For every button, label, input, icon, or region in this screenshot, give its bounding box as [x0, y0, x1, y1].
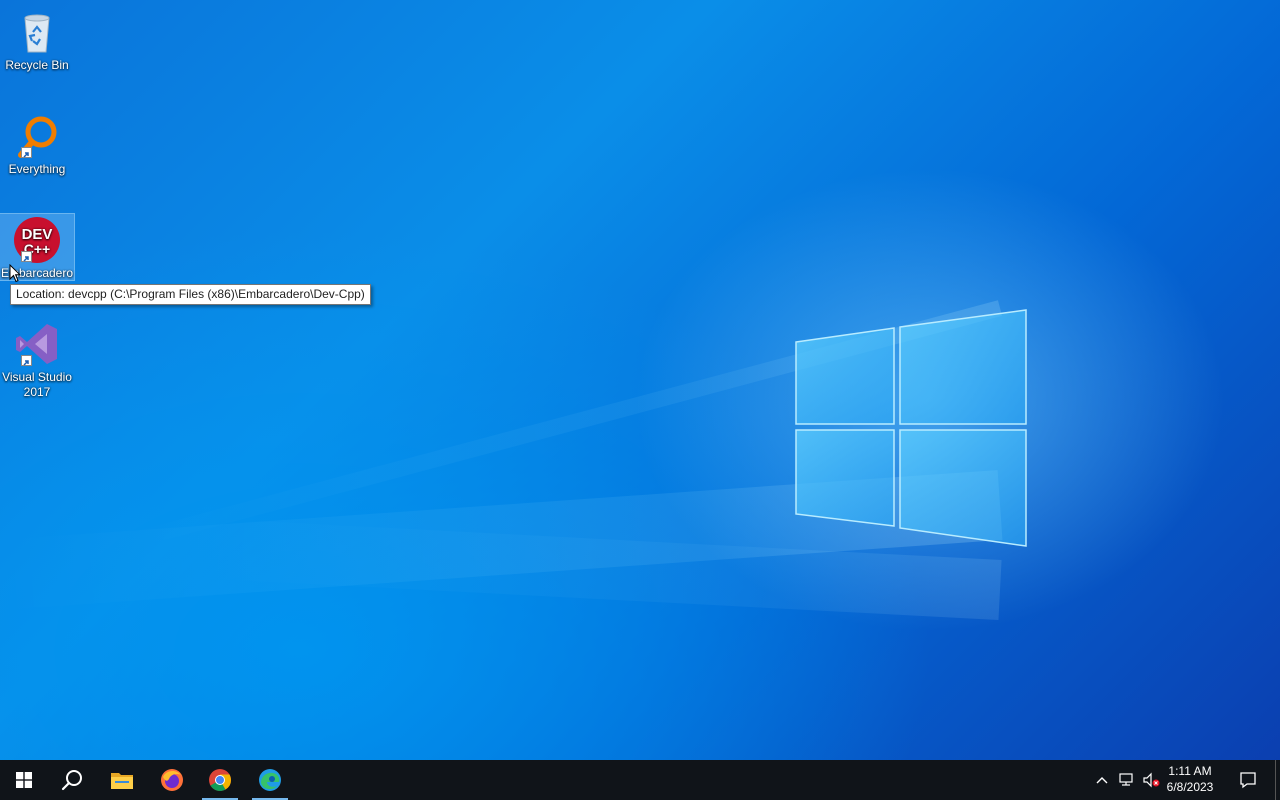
icon-tooltip: Location: devcpp (C:\Program Files (x86)…	[10, 284, 371, 305]
network-tray-button[interactable]	[1115, 760, 1139, 800]
taskbar: 1:11 AM 6/8/2023	[0, 760, 1280, 800]
desktop-icon-label: Everything	[8, 162, 66, 176]
edge-button[interactable]	[246, 760, 294, 800]
notification-center-button[interactable]	[1232, 760, 1264, 800]
visual-studio-icon	[13, 320, 61, 368]
taskbar-clock[interactable]: 1:11 AM 6/8/2023	[1160, 763, 1220, 795]
chrome-icon	[209, 769, 231, 791]
desktop-icon-everything[interactable]: Everything	[0, 110, 74, 177]
edge-icon	[259, 769, 281, 791]
windows-start-icon	[16, 772, 32, 788]
search-icon	[61, 770, 82, 791]
desktop-icon-recycle-bin[interactable]: Recycle Bin	[0, 6, 74, 73]
desktop-icon-label: Recycle Bin	[5, 58, 69, 72]
windows-logo-wallpaper	[795, 309, 1027, 547]
firefox-button[interactable]	[148, 760, 196, 800]
search-button[interactable]	[48, 760, 96, 800]
clock-date: 6/8/2023	[1166, 780, 1214, 794]
everything-search-icon	[13, 112, 61, 160]
file-explorer-button[interactable]	[98, 760, 146, 800]
mouse-cursor-icon	[9, 264, 21, 283]
recycle-bin-icon	[13, 8, 61, 56]
desktop[interactable]: Recycle Bin Everything DEV C++ Embarcade…	[0, 0, 1280, 760]
chrome-button[interactable]	[196, 760, 244, 800]
notification-center-icon	[1240, 772, 1256, 789]
show-desktop-button[interactable]	[1275, 760, 1280, 800]
shortcut-arrow-icon	[21, 355, 32, 366]
firefox-icon	[161, 769, 183, 791]
shortcut-arrow-icon	[21, 147, 32, 158]
dev-cpp-icon: DEV C++	[13, 216, 61, 264]
clock-time: 1:11 AM	[1168, 764, 1212, 778]
network-disconnected-icon	[1119, 773, 1133, 786]
shortcut-arrow-icon	[21, 251, 32, 262]
volume-muted-icon	[1143, 772, 1160, 788]
desktop-icon-visual-studio-2017[interactable]: Visual Studio 2017	[0, 318, 74, 400]
file-explorer-icon	[111, 773, 133, 789]
show-hidden-icons-button[interactable]	[1092, 760, 1112, 800]
desktop-icon-label: Visual Studio 2017	[2, 370, 72, 399]
chevron-up-icon	[1096, 777, 1108, 784]
start-button[interactable]	[0, 760, 48, 800]
